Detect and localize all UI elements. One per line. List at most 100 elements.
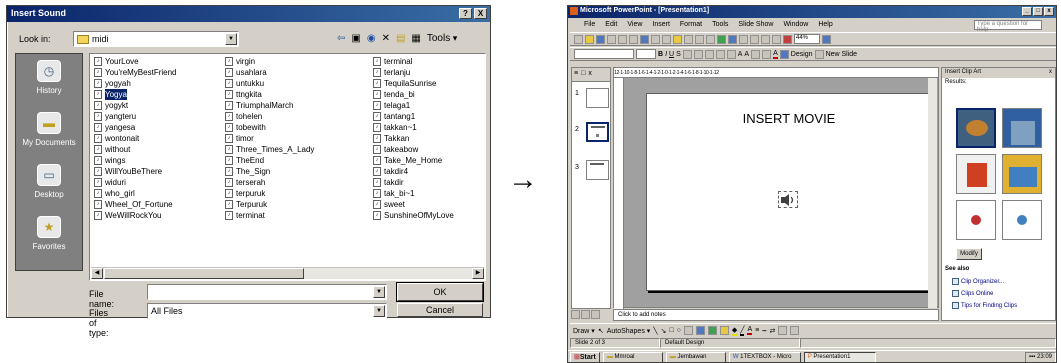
file-item[interactable]: ♪ who_girl	[94, 188, 177, 199]
ok-button[interactable]: OK	[396, 282, 484, 302]
new-slide-button[interactable]: New Slide	[826, 51, 858, 58]
look-in-combo[interactable]: midi ▼	[73, 31, 239, 47]
file-item[interactable]: ♪ wontonait	[94, 133, 177, 144]
font-select[interactable]	[574, 49, 634, 59]
chevron-down-icon[interactable]: ▼	[373, 305, 385, 317]
tools-menu[interactable]: Tools ▾	[427, 33, 457, 44]
slide-canvas[interactable]: INSERT MOVIE	[646, 93, 932, 291]
file-item[interactable]: ♪ without	[94, 144, 177, 155]
copy-icon[interactable]	[662, 34, 671, 44]
3d-style-icon[interactable]	[790, 326, 800, 335]
insert-table-icon[interactable]	[728, 34, 737, 44]
wordart-icon[interactable]	[695, 326, 705, 335]
rectangle-icon[interactable]: □	[669, 327, 673, 334]
file-item[interactable]: ♪ ttngkita	[225, 89, 314, 100]
tips-link[interactable]: Tips for Finding Clips	[952, 302, 1017, 309]
file-item[interactable]: ♪ usahlara	[225, 67, 314, 78]
new-slide-icon[interactable]	[814, 49, 824, 59]
vertical-scrollbar[interactable]	[928, 78, 937, 308]
show-formatting-icon[interactable]	[761, 34, 770, 44]
font-color-icon[interactable]: A	[747, 326, 753, 335]
align-right-icon[interactable]	[704, 49, 714, 59]
file-item[interactable]: ♪ widuri	[94, 177, 177, 188]
horizontal-scrollbar[interactable]: ◀ ▶	[91, 267, 484, 279]
file-item[interactable]: ♪ tobewith	[225, 122, 314, 133]
select-pointer-icon[interactable]: ↖	[598, 327, 604, 335]
taskbar-item[interactable]: W 1TEXTBOX - Micro	[728, 352, 801, 362]
slide-thumbnail-3[interactable]	[586, 160, 609, 180]
design-button[interactable]: Design	[791, 51, 813, 58]
open-icon[interactable]	[585, 34, 594, 44]
file-item[interactable]: ♪ TriumphalMarch	[225, 100, 314, 111]
file-item[interactable]: ♪ YourLove	[94, 56, 177, 67]
dash-style-icon[interactable]: ┅	[762, 327, 766, 335]
file-name-field[interactable]: ▼	[147, 284, 387, 300]
numbering-icon[interactable]	[715, 49, 725, 59]
file-item[interactable]: ♪ Terpuruk	[225, 199, 314, 210]
expand-all-icon[interactable]	[750, 34, 759, 44]
menu-item-window[interactable]: Window	[783, 21, 808, 29]
minimize-icon[interactable]: _	[1022, 7, 1032, 16]
insert-chart-icon[interactable]	[717, 34, 726, 44]
file-item[interactable]: ♪ takkan~1	[373, 122, 454, 133]
zoom-select[interactable]: 44%	[794, 34, 820, 44]
help-button[interactable]: ?	[459, 8, 472, 19]
file-item[interactable]: ♪ Three_Times_A_Lady	[225, 144, 314, 155]
menu-item-file[interactable]: File	[584, 21, 595, 29]
file-item[interactable]: ♪ Yogya	[94, 89, 177, 100]
file-item[interactable]: ♪ terlanju	[373, 67, 454, 78]
close-button[interactable]: X	[474, 8, 487, 19]
place-desktop[interactable]: ▭ Desktop	[16, 158, 82, 210]
delete-icon[interactable]: ✕	[382, 33, 390, 44]
taskbar-item[interactable]: P Presentation1	[803, 352, 876, 362]
textbox-icon[interactable]	[683, 326, 693, 335]
file-item[interactable]: ♪ WeWillRockYou	[94, 210, 177, 221]
font-size-select[interactable]	[636, 49, 656, 59]
close-pane-icon[interactable]: x	[588, 70, 592, 79]
file-item[interactable]: ♪ wings	[94, 155, 177, 166]
file-item[interactable]: ♪ yogykt	[94, 100, 177, 111]
scroll-right-icon[interactable]: ▶	[472, 268, 484, 279]
paste-icon[interactable]	[673, 34, 682, 44]
file-item[interactable]: ♪ The_Sign	[225, 166, 314, 177]
slide-thumbnail-1[interactable]	[586, 88, 609, 108]
design-icon[interactable]	[779, 49, 789, 59]
ask-question-box[interactable]: Type a question for help	[974, 20, 1042, 33]
menu-item-view[interactable]: View	[627, 21, 642, 29]
file-item[interactable]: ♪ takdir	[373, 177, 454, 188]
fill-color-icon[interactable]: ◆	[731, 326, 738, 336]
place-my-documents[interactable]: ▬ My Documents	[16, 106, 82, 158]
file-item[interactable]: ♪ tantang1	[373, 111, 454, 122]
file-item[interactable]: ♪ virgin	[225, 56, 314, 67]
align-left-icon[interactable]	[682, 49, 692, 59]
menu-item-help[interactable]: Help	[818, 21, 832, 29]
up-folder-icon[interactable]: ▣	[351, 33, 360, 44]
cut-icon[interactable]	[651, 34, 660, 44]
bullets-icon[interactable]	[726, 49, 736, 59]
line-style-icon[interactable]: ≡	[755, 327, 759, 334]
undo-icon[interactable]	[695, 34, 704, 44]
sound-icon[interactable]	[778, 191, 798, 208]
clip-globe[interactable]	[1002, 200, 1042, 240]
file-item[interactable]: ♪ terpuruk	[225, 188, 314, 199]
close-pane-icon[interactable]: x	[1049, 69, 1052, 75]
clip-apple[interactable]	[956, 200, 996, 240]
new-icon[interactable]	[574, 34, 583, 44]
back-icon[interactable]: ⇦	[337, 33, 345, 44]
align-center-icon[interactable]	[693, 49, 703, 59]
decrease-indent-icon[interactable]	[751, 49, 761, 59]
file-item[interactable]: ♪ timor	[225, 133, 314, 144]
arrow-icon[interactable]: ↘	[661, 327, 667, 335]
save-icon[interactable]	[596, 34, 605, 44]
color-grayscale-icon[interactable]	[783, 34, 792, 44]
sorter-view-icon[interactable]	[581, 310, 590, 319]
preview-icon[interactable]	[629, 34, 638, 44]
grid-icon[interactable]	[772, 34, 781, 44]
line-color-icon[interactable]: ╱	[740, 326, 745, 336]
clip-city[interactable]	[1002, 108, 1042, 148]
oval-icon[interactable]: ○	[677, 327, 681, 334]
file-item[interactable]: ♪ Takkan	[373, 133, 454, 144]
shadow-icon[interactable]: S	[676, 51, 681, 58]
picture-icon[interactable]	[719, 326, 729, 335]
email-icon[interactable]	[607, 34, 616, 44]
